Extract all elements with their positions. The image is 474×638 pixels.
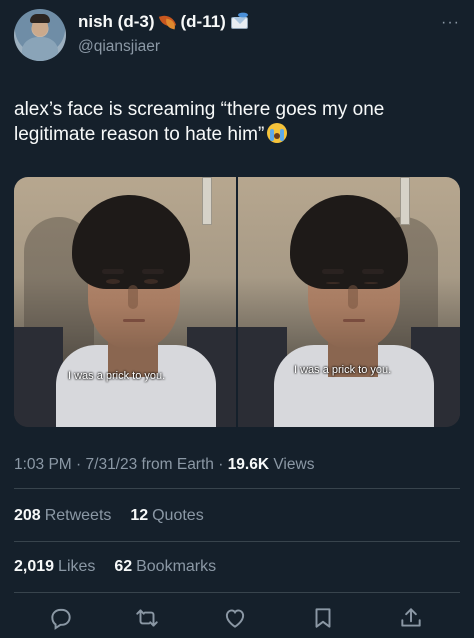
divider <box>14 592 460 593</box>
likes-label: Likes <box>58 558 96 575</box>
bookmarks-label: Bookmarks <box>136 558 217 575</box>
meta-dot: · <box>76 456 86 473</box>
divider <box>14 541 460 542</box>
display-name-part2: (d-11) <box>180 12 226 31</box>
like-bookmark-stats: 2,019 Likes 62 Bookmarks <box>14 558 216 576</box>
quotes-stat[interactable]: 12 Quotes <box>130 507 203 524</box>
tweet-text: alex’s face is screaming “there goes my … <box>14 97 460 147</box>
retweet-quote-stats: 208 Retweets 12 Quotes <box>14 507 204 525</box>
bookmark-icon[interactable] <box>310 605 336 631</box>
like-icon[interactable] <box>222 605 248 631</box>
envelope-emoji-icon <box>230 12 248 31</box>
sob-emoji-icon <box>267 123 288 143</box>
avatar[interactable] <box>14 9 66 61</box>
meta-dot: · <box>218 456 228 473</box>
tweet-source: from Earth <box>141 456 214 473</box>
image-caption: I was a prick to you. <box>68 370 166 382</box>
tweet-body: alex’s face is screaming “there goes my … <box>14 99 385 145</box>
avatar-body <box>22 37 58 61</box>
tweet-time[interactable]: 1:03 PM <box>14 456 72 473</box>
bookmarks-count: 62 <box>114 558 133 575</box>
retweet-icon[interactable] <box>134 605 160 631</box>
reply-icon[interactable] <box>48 605 74 631</box>
views-count: 19.6K <box>227 456 270 473</box>
image-caption: I was a prick to you. <box>294 364 392 376</box>
media-image-2[interactable]: I was a prick to you. <box>238 177 460 427</box>
likes-count: 2,019 <box>14 558 55 575</box>
quotes-label: Quotes <box>152 507 204 524</box>
tweet-date[interactable]: 7/31/23 <box>86 456 138 473</box>
quotes-count: 12 <box>130 507 149 524</box>
leaf-emoji-icon <box>158 13 177 31</box>
divider <box>14 488 460 489</box>
display-name-part1: nish (d-3) <box>78 12 155 31</box>
views-label: Views <box>273 456 315 473</box>
share-icon[interactable] <box>398 605 424 631</box>
action-bar <box>0 600 474 636</box>
more-options-icon[interactable]: ··· <box>441 14 460 32</box>
user-handle[interactable]: @qiansjiaer <box>78 38 160 56</box>
tweet-meta: 1:03 PM · 7/31/23 from Earth · 19.6K Vie… <box>14 456 314 474</box>
avatar-hair <box>30 14 50 23</box>
likes-stat[interactable]: 2,019 Likes <box>14 558 95 575</box>
display-name[interactable]: nish (d-3) (d-11) <box>78 12 248 32</box>
bookmarks-stat[interactable]: 62 Bookmarks <box>114 558 216 575</box>
retweets-label: Retweets <box>44 507 112 524</box>
retweets-stat[interactable]: 208 Retweets <box>14 507 111 524</box>
media-image-1[interactable]: I was a prick to you. <box>14 177 236 427</box>
tweet-header: nish (d-3) (d-11) @qiansjiaer ··· <box>0 0 474 80</box>
media-grid: I was a prick to you. I was a prick to y… <box>14 177 460 427</box>
retweets-count: 208 <box>14 507 41 524</box>
